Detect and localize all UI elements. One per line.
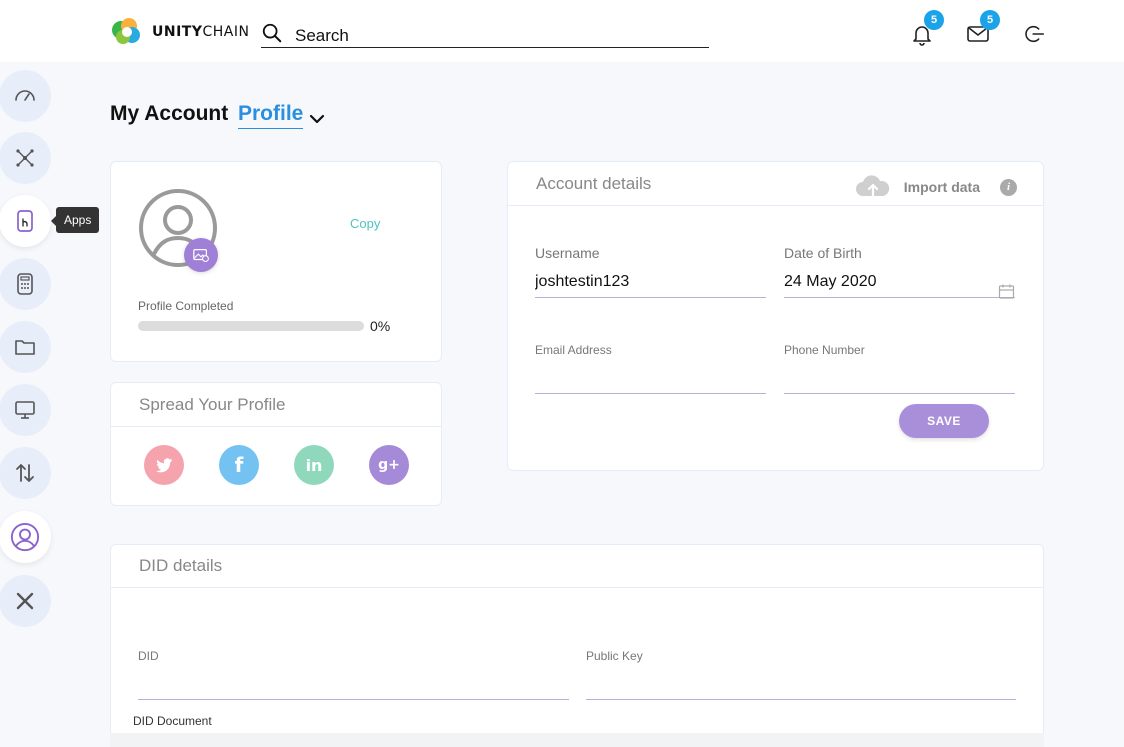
messages-button[interactable]: 5 bbox=[966, 10, 1000, 46]
import-data-label: Import data bbox=[903, 179, 980, 195]
dob-label: Date of Birth bbox=[784, 245, 862, 261]
calendar-icon[interactable] bbox=[998, 283, 1015, 300]
google-plus-icon: g+ bbox=[378, 457, 400, 473]
username-input[interactable] bbox=[535, 267, 766, 298]
sidebar-item-profile[interactable] bbox=[0, 511, 51, 563]
profile-completed-label: Profile Completed bbox=[138, 299, 234, 313]
public-key-input[interactable] bbox=[586, 669, 1016, 700]
monitor-icon bbox=[15, 401, 35, 419]
notifications-button[interactable]: 5 bbox=[910, 10, 944, 46]
email-input[interactable] bbox=[535, 363, 766, 394]
messages-badge: 5 bbox=[980, 10, 1000, 30]
apps-tooltip: Apps bbox=[50, 207, 100, 233]
linkedin-icon: in bbox=[305, 455, 323, 475]
search-icon bbox=[262, 23, 282, 42]
calculator-icon bbox=[17, 273, 33, 295]
profile-card: Copy Profile Completed 0% bbox=[110, 161, 442, 362]
sidebar-item-monitor[interactable] bbox=[0, 384, 51, 436]
search-bar[interactable] bbox=[261, 18, 709, 48]
account-details-header: Account details Import data i bbox=[508, 162, 1043, 206]
info-icon[interactable]: i bbox=[1000, 178, 1017, 196]
import-data-button[interactable]: Import data i bbox=[854, 174, 1017, 200]
account-details-card: Account details Import data i Username D… bbox=[507, 161, 1044, 471]
top-header: UNITYCHAIN 5 5 bbox=[0, 0, 1124, 62]
phone-label: Phone Number bbox=[784, 343, 865, 357]
profile-progress-bar bbox=[138, 321, 364, 331]
sidebar-item-close[interactable] bbox=[0, 575, 51, 627]
network-icon bbox=[16, 149, 34, 167]
save-button[interactable]: SAVE bbox=[899, 404, 989, 438]
linkedin-share-button[interactable]: in bbox=[294, 445, 334, 485]
did-input[interactable] bbox=[138, 669, 569, 700]
user-circle-icon bbox=[10, 522, 40, 552]
facebook-share-button[interactable]: f bbox=[219, 445, 259, 485]
close-icon bbox=[16, 592, 34, 610]
sidebar-item-calculator[interactable] bbox=[0, 258, 51, 310]
did-document-label: DID Document bbox=[133, 714, 212, 728]
public-key-field-group: Public Key bbox=[586, 649, 1016, 700]
phone-field-group: Phone Number bbox=[784, 343, 1015, 394]
upload-photo-button[interactable] bbox=[184, 238, 218, 272]
twitter-share-button[interactable] bbox=[144, 445, 184, 485]
username-label: Username bbox=[535, 245, 600, 261]
dob-input[interactable] bbox=[784, 267, 1015, 298]
profile-progress-percent: 0% bbox=[370, 318, 391, 334]
notifications-badge: 5 bbox=[924, 10, 944, 30]
sidebar-item-apps[interactable] bbox=[0, 195, 51, 247]
public-key-label: Public Key bbox=[586, 649, 643, 663]
phone-input[interactable] bbox=[784, 363, 1015, 394]
unitychain-logo[interactable]: UNITYCHAIN bbox=[110, 16, 249, 48]
chevron-down-icon[interactable] bbox=[308, 110, 326, 128]
image-upload-icon bbox=[193, 248, 209, 263]
did-document-box[interactable] bbox=[110, 733, 1044, 747]
sidebar-item-network[interactable] bbox=[0, 132, 51, 184]
dob-field-group: Date of Birth bbox=[784, 245, 1015, 300]
did-label: DID bbox=[138, 649, 159, 663]
email-field-group: Email Address bbox=[535, 343, 766, 394]
email-label: Email Address bbox=[535, 343, 612, 357]
sidebar-item-transfer[interactable] bbox=[0, 447, 51, 499]
did-details-title: DID details bbox=[111, 545, 1043, 588]
sidebar-item-dashboard[interactable] bbox=[0, 70, 51, 122]
spread-profile-card: Spread Your Profile f in g+ bbox=[110, 382, 442, 506]
up-down-arrows-icon bbox=[16, 464, 34, 482]
search-input[interactable] bbox=[295, 19, 675, 46]
phone-app-icon bbox=[17, 210, 33, 232]
logout-button[interactable] bbox=[1024, 23, 1048, 47]
google-plus-share-button[interactable]: g+ bbox=[369, 445, 409, 485]
twitter-icon bbox=[155, 458, 173, 473]
profile-dropdown-label[interactable]: Profile bbox=[238, 102, 304, 129]
did-details-card: DID details DID Public Key bbox=[110, 544, 1044, 747]
speedometer-icon bbox=[15, 90, 35, 101]
logout-icon bbox=[1025, 25, 1045, 43]
cloud-upload-icon bbox=[855, 175, 889, 198]
sidebar-item-folder[interactable] bbox=[0, 321, 51, 373]
spread-profile-title: Spread Your Profile bbox=[111, 383, 441, 427]
folder-icon bbox=[15, 340, 35, 355]
did-field-group: DID bbox=[138, 649, 569, 700]
logo-text: UNITYCHAIN bbox=[152, 24, 250, 40]
copy-link[interactable]: Copy bbox=[350, 216, 380, 231]
username-field-group: Username bbox=[535, 245, 766, 298]
facebook-icon: f bbox=[234, 453, 244, 477]
unitychain-logo-icon bbox=[112, 18, 140, 44]
page-title: My Account bbox=[110, 102, 229, 125]
account-details-title: Account details bbox=[536, 173, 652, 193]
